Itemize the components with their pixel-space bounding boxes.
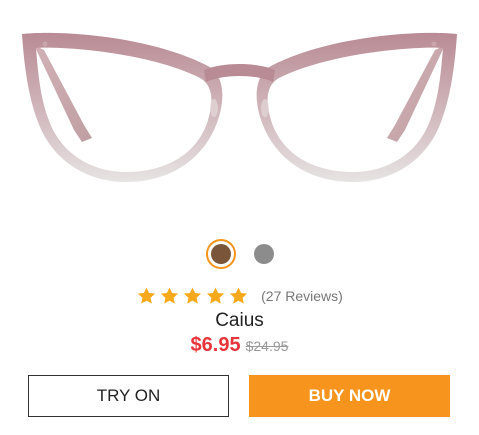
product-image[interactable] xyxy=(0,0,479,215)
rating: (27 Reviews) xyxy=(0,286,479,306)
price-row: $6.95 $24.95 xyxy=(0,334,479,357)
glasses-illustration xyxy=(22,32,457,182)
star-icon xyxy=(138,287,156,304)
swatch-brown-dot xyxy=(210,244,231,264)
color-swatches xyxy=(0,234,479,274)
reviews-link[interactable]: (27 Reviews) xyxy=(261,288,343,304)
buy-now-button[interactable]: BUY NOW xyxy=(249,375,450,417)
star-icon xyxy=(161,287,179,304)
try-on-button[interactable]: TRY ON xyxy=(28,375,229,417)
star-icon xyxy=(230,287,248,304)
sale-price: $6.95 xyxy=(190,334,241,356)
star-icon xyxy=(207,287,225,304)
original-price: $24.95 xyxy=(245,338,289,354)
swatch-gray[interactable] xyxy=(253,244,274,264)
star-icon xyxy=(184,287,202,304)
swatch-brown[interactable] xyxy=(205,239,236,269)
product-name[interactable]: Caius xyxy=(0,310,479,332)
